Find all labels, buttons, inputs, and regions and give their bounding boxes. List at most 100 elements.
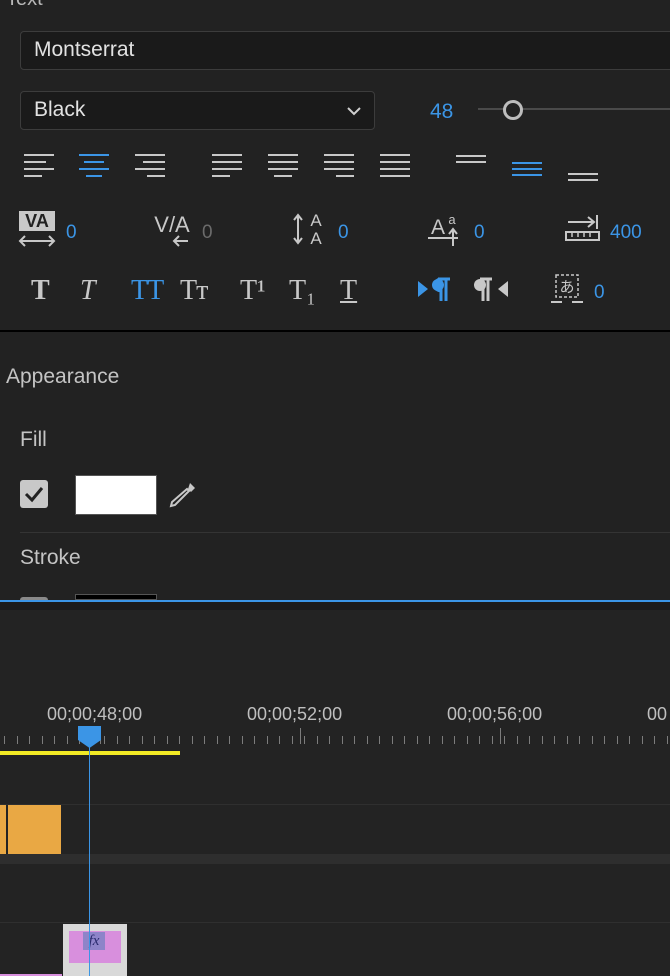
baseline-shift-value[interactable]: 0 [474,222,485,244]
justify-last-right-icon[interactable] [322,152,356,182]
ruler-tick [329,736,330,744]
kerning-value[interactable]: 0 [66,222,77,244]
ruler-tick [617,736,618,744]
justify-all-icon[interactable] [378,152,412,182]
align-center-icon[interactable] [77,152,111,182]
superscript-button[interactable]: T¹ [240,275,266,307]
ruler-tick [504,736,505,744]
track-divider [0,922,670,923]
align-left-icon[interactable] [22,152,56,182]
fill-label: Fill [20,428,47,451]
tsume-value[interactable]: 0 [594,282,605,304]
align-bottom-icon[interactable] [566,152,600,186]
all-caps-button[interactable]: TT [131,275,164,307]
faux-bold-button[interactable]: T [31,275,50,307]
align-right-icon[interactable] [133,152,167,182]
clip-edit-point [6,805,8,854]
ruler-tick [104,736,105,744]
tab-width-icon [565,215,600,241]
ruler-tick [367,736,368,744]
ruler-tick [454,736,455,744]
fx-badge: fx [83,932,105,950]
ruler-tick [192,736,193,744]
ruler-tick [354,736,355,744]
ruler-tick [304,736,305,744]
track-divider [0,804,670,805]
fill-stroke-divider [20,532,670,533]
ruler-tick [467,736,468,744]
ruler-tick [392,736,393,744]
ruler-tick [542,736,543,744]
ruler-tick [517,736,518,744]
audio-clip[interactable] [0,805,61,854]
playhead-line[interactable] [89,728,90,976]
panel-gap [0,602,670,610]
stroke-label: Stroke [20,546,81,569]
leading-value[interactable]: 0 [338,222,349,244]
fill-color-swatch[interactable] [75,475,157,515]
ruler-tick [642,736,643,744]
section-divider [0,330,670,332]
underline-button[interactable]: T [340,275,357,307]
ruler-major-tick [300,728,301,744]
ruler-tick [242,736,243,744]
ruler-tick [379,736,380,744]
rtl-text-direction-icon[interactable] [472,276,510,306]
ruler-tick [479,736,480,744]
ruler-tick [179,736,180,744]
graphic-clip[interactable]: fx [63,924,127,976]
ruler-tick [567,736,568,744]
ruler-tick [342,736,343,744]
ruler-tick [592,736,593,744]
eyedropper-icon[interactable] [166,480,198,512]
ruler-tick [117,736,118,744]
tracking-value[interactable]: 0 [202,222,213,244]
font-style-dropdown[interactable]: Black [20,91,375,130]
essential-graphics-panel: Text Montserrat Black 48 [0,0,670,600]
ruler-tick [604,736,605,744]
ruler-tick [204,736,205,744]
subscript-button[interactable]: T₁ [289,275,316,307]
font-size-slider-handle[interactable] [502,100,523,120]
ruler-tick [579,736,580,744]
ruler-tick [417,736,418,744]
work-area-bar[interactable] [0,751,180,755]
faux-italic-button[interactable]: T [80,275,96,307]
font-family-dropdown[interactable]: Montserrat [20,31,670,70]
small-caps-button[interactable]: Tт [180,275,208,307]
ruler-tick [67,736,68,744]
appearance-header: Appearance [6,365,120,388]
timecode-label: 00;00;48;00 [47,704,143,724]
ltr-text-direction-icon[interactable] [416,276,454,306]
checkmark-icon [24,487,44,503]
ruler-tick [42,736,43,744]
leading-icon: A A [293,211,322,248]
svg-text:VA: VA [25,211,49,231]
ruler-tick [17,736,18,744]
font-style-value: Black [34,98,86,121]
ruler-tick [4,736,5,744]
ruler-tick [229,736,230,744]
ruler-tick [492,736,493,744]
tab-width-value[interactable]: 400 [610,222,642,244]
justify-last-left-icon[interactable] [210,152,244,182]
playhead-handle[interactable] [78,726,102,748]
svg-text:A: A [310,211,322,230]
ruler-major-tick [500,728,501,744]
ruler-tick [654,736,655,744]
timecode-label: 00 [647,704,668,724]
kerning-icon: VA [18,211,56,247]
fill-checkbox[interactable] [20,480,48,508]
ruler-tick [554,736,555,744]
svg-text:V/A: V/A [154,212,190,237]
align-middle-icon[interactable] [510,152,544,182]
ruler-tick [142,736,143,744]
align-top-icon[interactable] [454,152,488,182]
justify-last-center-icon[interactable] [266,152,300,182]
chevron-down-icon [347,107,361,116]
track-separator [0,854,670,864]
ruler-tick [429,736,430,744]
font-size-value[interactable]: 48 [430,100,453,124]
ruler-tick [279,736,280,744]
ruler-tick [129,736,130,744]
